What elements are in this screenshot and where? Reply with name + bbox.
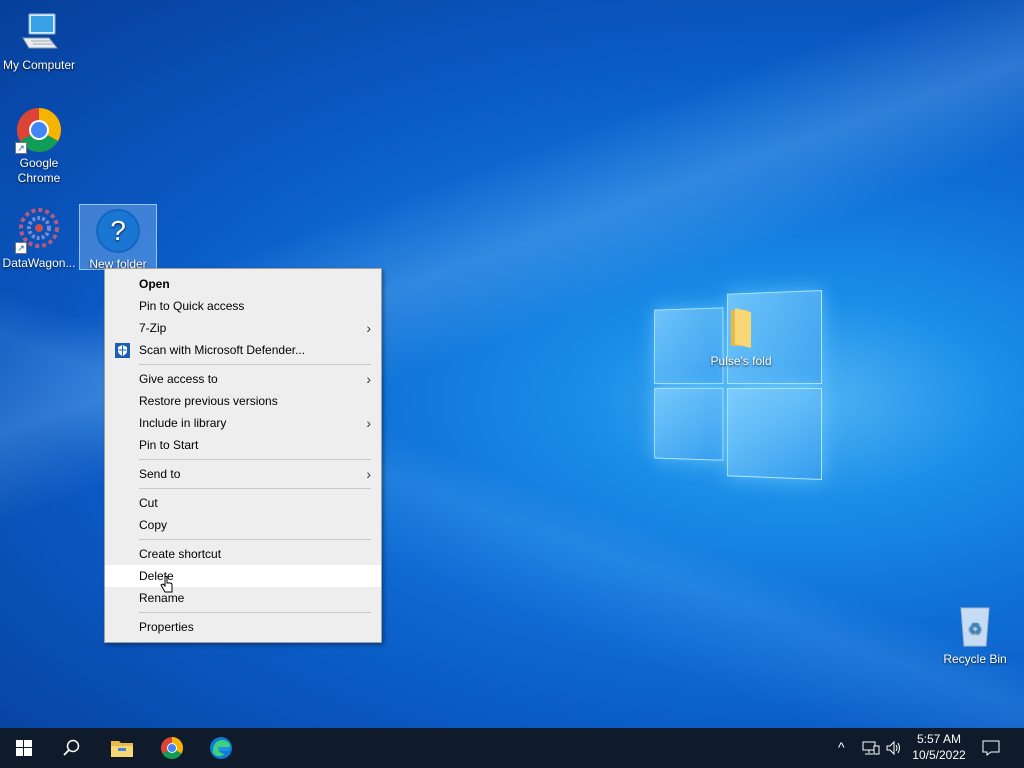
defender-shield-icon bbox=[115, 343, 130, 358]
menu-separator bbox=[139, 612, 371, 613]
menu-item-label: Create shortcut bbox=[139, 547, 222, 561]
volume-icon[interactable] bbox=[886, 740, 904, 768]
submenu-arrow-icon: › bbox=[366, 415, 371, 431]
taskbar: ^ 5:57 AM 10/5/2022 bbox=[0, 728, 1024, 768]
notifications-button[interactable] bbox=[982, 740, 1002, 768]
menu-item-label: Open bbox=[139, 277, 170, 291]
desktop-icon-datawagon[interactable]: ↗ DataWagon... bbox=[0, 206, 78, 271]
network-icon[interactable] bbox=[862, 740, 882, 768]
menu-item-label: Properties bbox=[139, 620, 194, 634]
desktop-icon-pulses-folder[interactable]: Pulse's fold bbox=[702, 304, 780, 369]
desktop-icon-label: Google Chrome bbox=[17, 156, 61, 185]
edge-icon bbox=[210, 737, 232, 759]
taskbar-file-explorer[interactable] bbox=[98, 728, 146, 768]
desktop-icon-my-computer[interactable]: My Computer bbox=[0, 8, 78, 73]
logo-pane bbox=[726, 387, 822, 480]
menu-separator bbox=[139, 459, 371, 460]
menu-item-label: Copy bbox=[139, 518, 168, 532]
notification-icon bbox=[982, 740, 1000, 756]
recycle-bin-icon: ♻ bbox=[951, 602, 999, 650]
clock-date: 10/5/2022 bbox=[912, 748, 966, 762]
menu-item-pin-quick-access[interactable]: Pin to Quick access bbox=[105, 295, 381, 317]
menu-item-label: Give access to bbox=[139, 372, 218, 386]
menu-item-pin-start[interactable]: Pin to Start bbox=[105, 434, 381, 456]
menu-item-include-library[interactable]: Include in library › bbox=[105, 412, 381, 434]
start-button[interactable] bbox=[0, 728, 48, 768]
menu-item-label: Include in library bbox=[139, 416, 227, 430]
chevron-up-icon: ^ bbox=[838, 739, 845, 755]
menu-item-label: Pin to Quick access bbox=[139, 299, 245, 313]
menu-item-restore-versions[interactable]: Restore previous versions bbox=[105, 390, 381, 412]
search-icon bbox=[63, 739, 80, 756]
chrome-icon: ↗ bbox=[15, 106, 63, 154]
menu-item-rename[interactable]: Rename bbox=[105, 587, 381, 609]
menu-item-7zip[interactable]: 7-Zip › bbox=[105, 317, 381, 339]
taskbar-edge[interactable] bbox=[197, 728, 245, 768]
menu-item-label: Cut bbox=[139, 496, 158, 510]
menu-item-copy[interactable]: Copy bbox=[105, 514, 381, 536]
logo-pane bbox=[654, 387, 724, 461]
file-explorer-icon bbox=[111, 741, 133, 757]
desktop-icon-label: My Computer bbox=[2, 58, 76, 72]
shortcut-arrow-icon: ↗ bbox=[15, 242, 27, 254]
submenu-arrow-icon: › bbox=[366, 371, 371, 387]
menu-item-label: 7-Zip bbox=[139, 321, 167, 335]
windows-start-icon bbox=[16, 740, 32, 756]
desktop-icon-new-folder[interactable]: ? New folder bbox=[79, 204, 157, 271]
clock-time: 5:57 AM bbox=[916, 732, 962, 746]
menu-separator bbox=[139, 488, 371, 489]
computer-icon bbox=[15, 8, 63, 56]
desktop-icon-label: DataWagon... bbox=[2, 256, 76, 270]
menu-item-properties[interactable]: Properties bbox=[105, 616, 381, 638]
mouse-pointer-icon bbox=[160, 576, 174, 594]
menu-item-label: Scan with Microsoft Defender... bbox=[139, 343, 306, 357]
context-menu: Open Pin to Quick access 7-Zip › Scan wit… bbox=[104, 268, 382, 643]
svg-text:♻: ♻ bbox=[968, 619, 982, 638]
datawagon-icon: ↗ bbox=[15, 206, 63, 254]
menu-item-create-shortcut[interactable]: Create shortcut bbox=[105, 543, 381, 565]
menu-separator bbox=[139, 364, 371, 365]
chrome-icon bbox=[161, 737, 183, 759]
menu-separator bbox=[139, 539, 371, 540]
desktop-icon-google-chrome[interactable]: ↗ Google Chrome bbox=[0, 106, 78, 186]
submenu-arrow-icon: › bbox=[366, 466, 371, 482]
menu-item-cut[interactable]: Cut bbox=[105, 492, 381, 514]
shortcut-arrow-icon: ↗ bbox=[15, 142, 27, 154]
desktop-icon-label: Recycle Bin bbox=[943, 652, 1007, 666]
taskbar-chrome[interactable] bbox=[148, 728, 196, 768]
menu-item-send-to[interactable]: Send to › bbox=[105, 463, 381, 485]
folder-icon bbox=[717, 304, 765, 352]
menu-item-scan-defender[interactable]: Scan with Microsoft Defender... bbox=[105, 339, 381, 361]
submenu-arrow-icon: › bbox=[366, 320, 371, 336]
menu-item-delete[interactable]: Delete bbox=[105, 565, 381, 587]
taskbar-clock[interactable]: 5:57 AM 10/5/2022 bbox=[905, 731, 973, 763]
menu-item-open[interactable]: Open bbox=[105, 273, 381, 295]
desktop-icon-recycle-bin[interactable]: ♻ Recycle Bin bbox=[936, 602, 1014, 667]
show-hidden-icons-button[interactable]: ^ bbox=[838, 739, 856, 768]
search-button[interactable] bbox=[48, 728, 96, 768]
menu-item-label: Send to bbox=[139, 467, 181, 481]
menu-item-give-access[interactable]: Give access to › bbox=[105, 368, 381, 390]
svg-text:?: ? bbox=[110, 215, 126, 246]
menu-item-label: Pin to Start bbox=[139, 438, 199, 452]
desktop-icon-label: Pulse's fold bbox=[710, 354, 772, 368]
unknown-file-icon: ? bbox=[94, 207, 142, 255]
menu-item-label: Restore previous versions bbox=[139, 394, 278, 408]
